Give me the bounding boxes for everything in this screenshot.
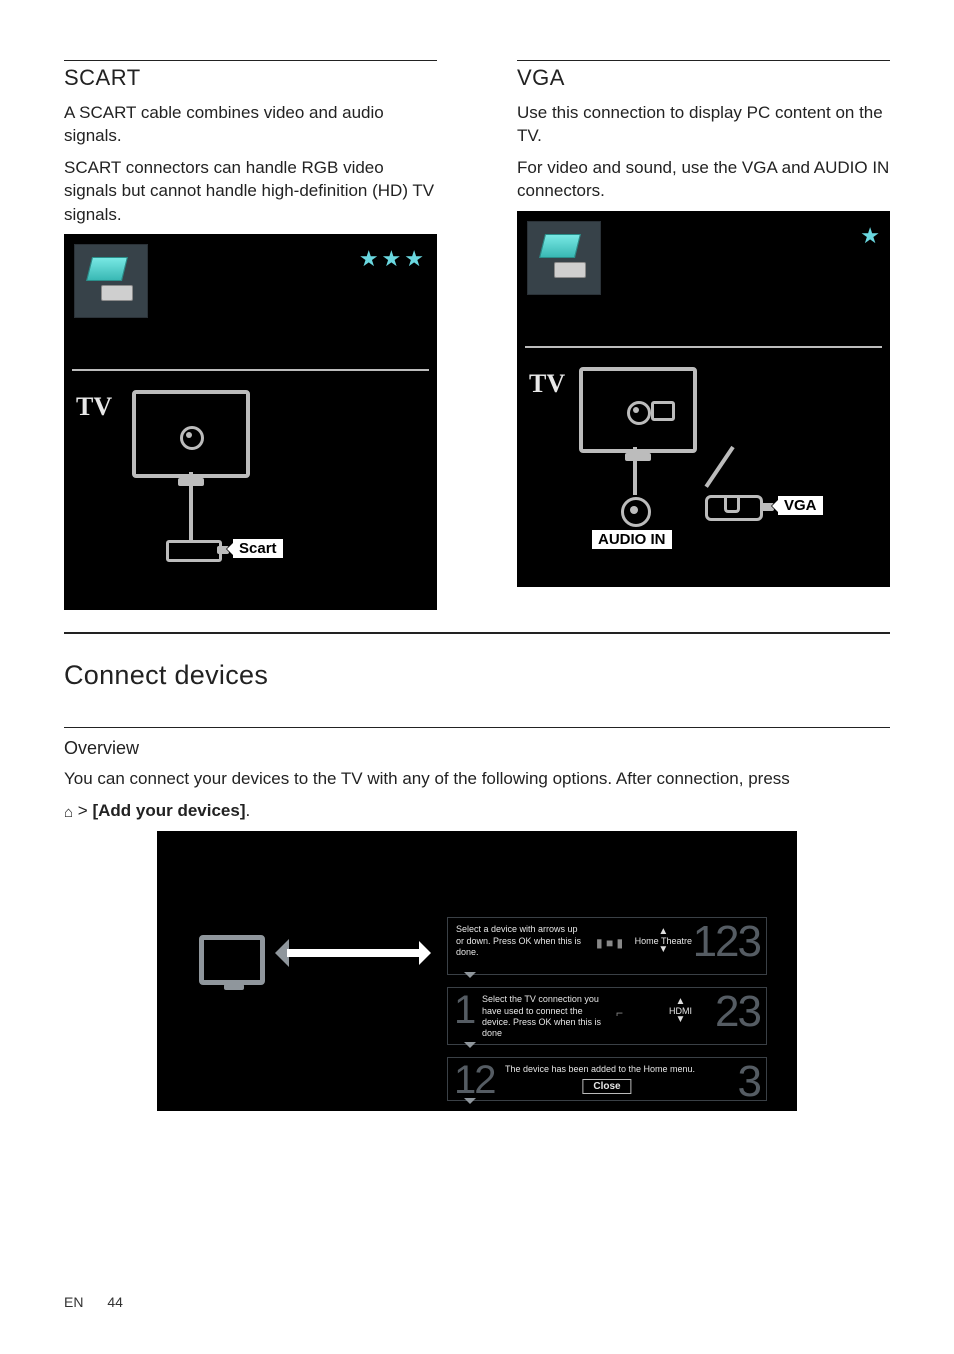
vga-heading: VGA (517, 65, 890, 91)
step-1-text: Select a device with arrows up or down. … (456, 924, 586, 958)
quality-stars: ★★★ (359, 246, 427, 272)
vga-diagram: ★ TV VGA AUDIO IN (517, 211, 890, 587)
step-1-selector: ▲ Home Theatre ▼ (635, 928, 692, 954)
step-2-panel: 1 Select the TV connection you have used… (447, 987, 767, 1045)
scart-diagram: ★★★ TV Scart (64, 234, 437, 610)
step-2-text: Select the TV connection you have used t… (482, 994, 612, 1039)
scart-port-label: Scart (232, 538, 284, 559)
step-2-number-right: 23 (715, 990, 760, 1034)
step-3-number-right: 3 (738, 1060, 760, 1104)
vga-plug-icon (705, 495, 763, 521)
step-1-number: 123 (693, 920, 760, 964)
rule (517, 60, 890, 61)
overview-subheading: Overview (64, 738, 890, 759)
vga-port-label: VGA (777, 495, 824, 516)
vga-section: VGA Use this connection to display PC co… (517, 60, 890, 610)
page-footer: EN 44 (64, 1294, 123, 1310)
add-your-devices-label: [Add your devices] (92, 801, 245, 820)
arrow-icon (261, 939, 289, 967)
rule (64, 60, 437, 61)
audio-in-port-label: AUDIO IN (591, 529, 673, 550)
vga-connector-icon (527, 221, 601, 295)
scart-plug-icon (166, 540, 222, 562)
step-3-panel: 12 The device has been added to the Home… (447, 1057, 767, 1101)
rule (64, 727, 890, 728)
arrow-icon (287, 949, 427, 957)
scart-section: SCART A SCART cable combines video and a… (64, 60, 437, 610)
step-1-panel: Select a device with arrows up or down. … (447, 917, 767, 975)
audio-jack-icon (621, 497, 651, 527)
device-icons: ▮ ■ ▮ (596, 936, 623, 950)
step-2-selector: ▲ HDMI ▼ (669, 998, 692, 1024)
scart-heading: SCART (64, 65, 437, 91)
scart-paragraph-2: SCART connectors can handle RGB video si… (64, 156, 437, 226)
language-label: EN (64, 1294, 83, 1310)
step-2-number-left: 1 (454, 990, 474, 1030)
close-button[interactable]: Close (582, 1079, 631, 1094)
step-3-number-left: 12 (454, 1060, 495, 1100)
connect-devices-heading: Connect devices (64, 660, 890, 691)
connector-icon: ⌐ (616, 1006, 623, 1020)
home-icon: ⌂ (64, 804, 73, 821)
step-3-text: The device has been added to the Home me… (500, 1064, 700, 1075)
scart-connector-icon (74, 244, 148, 318)
vga-paragraph-2: For video and sound, use the VGA and AUD… (517, 156, 890, 203)
quality-stars: ★ (860, 223, 880, 249)
tv-icon (199, 935, 265, 985)
tv-icon (579, 367, 697, 453)
overview-diagram: Select a device with arrows up or down. … (157, 831, 797, 1111)
tv-label: TV (529, 369, 565, 399)
tv-icon (132, 390, 250, 478)
overview-instruction: ⌂ > [Add your devices]. (64, 799, 890, 824)
vga-paragraph-1: Use this connection to display PC conten… (517, 101, 890, 148)
page-number: 44 (107, 1294, 123, 1310)
rule (64, 632, 890, 634)
overview-intro: You can connect your devices to the TV w… (64, 767, 890, 790)
scart-paragraph-1: A SCART cable combines video and audio s… (64, 101, 437, 148)
tv-label: TV (76, 392, 112, 422)
